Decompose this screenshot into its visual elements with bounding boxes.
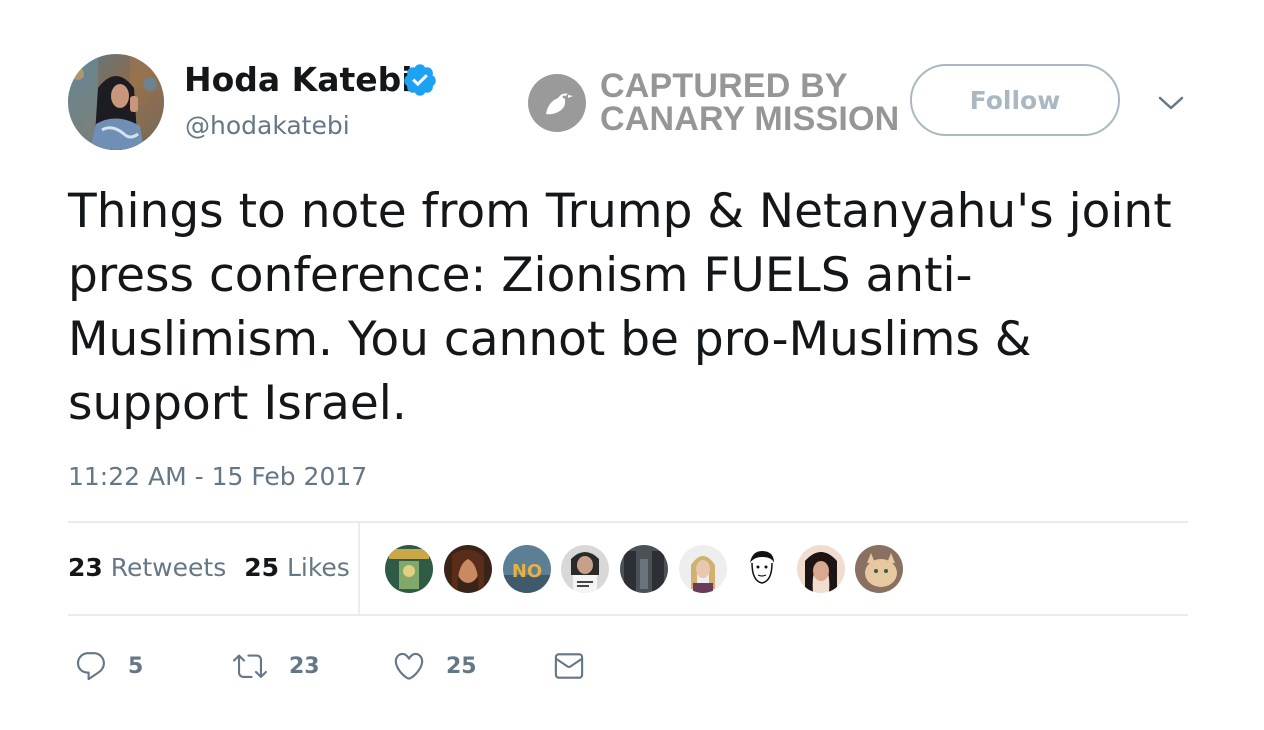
follow-button[interactable]: Follow [910,64,1120,136]
liker-avatar-image [796,545,845,593]
liker-avatar[interactable] [620,545,669,593]
liker-avatar-image [561,545,610,593]
svg-text:NO: NO [511,561,541,582]
watermark-line2: CANARY MISSION [600,100,900,138]
divider-bottom [68,614,1188,616]
liker-avatar-image: NO [502,545,551,593]
likes-count: 25 [244,553,280,582]
retweets-count: 23 [68,553,103,582]
retweet-count: 23 [289,653,320,679]
likes-label: Likes [286,553,350,582]
liker-avatar[interactable] [678,545,727,593]
author-handle[interactable]: @hodakatebi [185,110,350,142]
liker-avatar-image [855,545,904,593]
retweet-icon [233,654,267,678]
tweet-actions: 5 23 25 [0,644,1264,688]
envelope-icon [554,653,584,679]
liker-avatar[interactable] [561,545,610,593]
liker-avatar[interactable] [737,545,786,593]
message-action[interactable] [552,644,606,688]
like-action[interactable]: 25 [392,644,477,688]
liker-avatar[interactable] [385,545,433,593]
retweets-label: Retweets [110,553,227,582]
reply-icon [76,652,105,681]
avatar-photo [68,54,164,150]
liker-avatar-image [678,545,727,593]
heart-icon [394,652,424,680]
tweet-text: Things to note from Trump & Netanyahu's … [68,184,1172,431]
tweet-timestamp[interactable]: 11:22 AM - 15 Feb 2017 [68,460,367,494]
reply-count: 5 [128,653,144,679]
verified-badge-icon [404,64,436,96]
watermark-text: CAPTURED BY CANARY MISSION [600,67,900,138]
liker-avatar[interactable]: NO [502,545,551,593]
divider-top [68,521,1188,523]
tweet-stats: 23 Retweets 25 Likes [68,551,350,585]
divider-vertical [358,522,360,614]
liker-avatar[interactable] [443,545,492,593]
chevron-down-icon[interactable] [1156,90,1186,116]
likes-stat[interactable]: 25 Likes [244,553,350,582]
liker-avatar-image [443,545,492,593]
liker-avatar[interactable] [855,545,904,593]
liker-avatar-image [385,545,433,593]
like-count: 25 [446,653,477,679]
watermark-line1: CAPTURED BY [600,67,848,105]
liker-avatars: NO [385,545,914,593]
liker-avatar[interactable] [796,545,845,593]
liker-avatar-image [620,545,669,593]
reply-action[interactable]: 5 [74,644,143,688]
avatar[interactable] [68,54,164,150]
retweets-stat[interactable]: 23 Retweets [68,553,226,582]
author-name[interactable]: Hoda Katebi [184,58,413,102]
canary-mission-watermark: CAPTURED BY CANARY MISSION [528,67,900,138]
liker-avatar-image [737,545,786,593]
canary-bird-icon [528,74,586,132]
retweet-action[interactable]: 23 [231,644,320,688]
